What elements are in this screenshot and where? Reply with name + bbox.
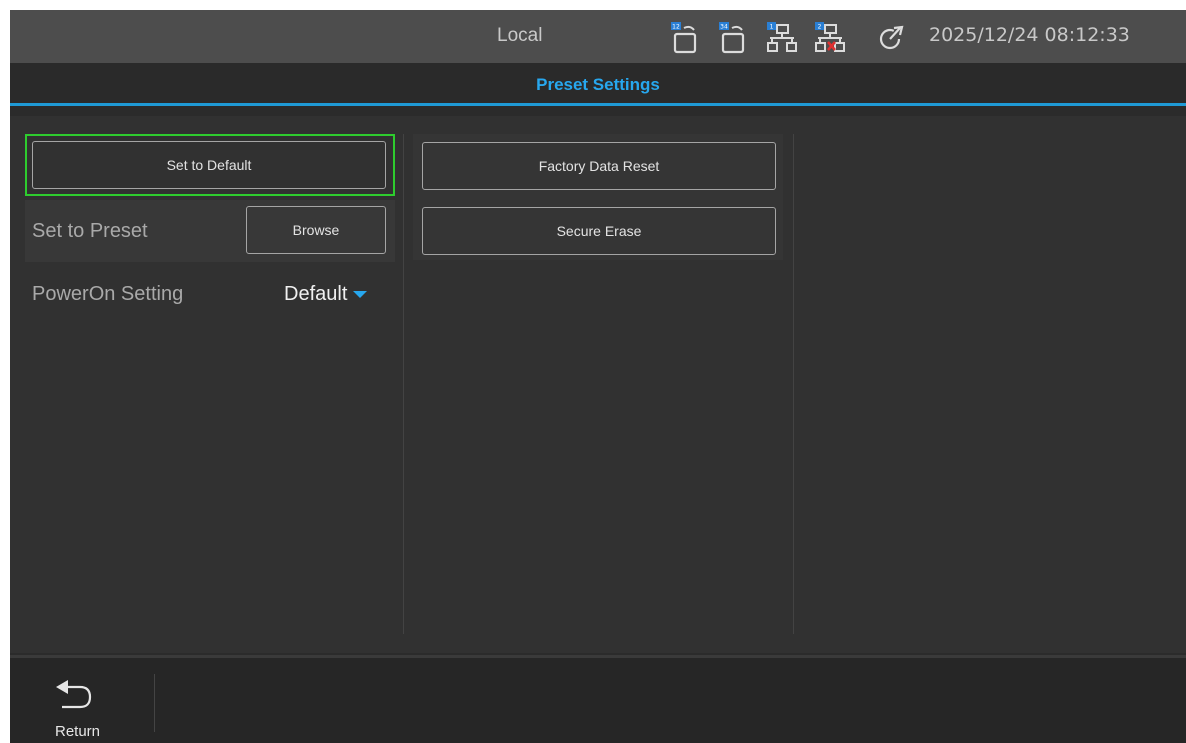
bottom-bar: Return (10, 655, 1186, 743)
secure-erase-button[interactable]: Secure Erase (422, 207, 776, 255)
lan-2-disconnected-icon: 2 (814, 22, 846, 54)
browse-button[interactable]: Browse (246, 206, 386, 254)
factory-data-reset-button[interactable]: Factory Data Reset (422, 142, 776, 190)
settings-panel: Set to Default Set to Preset Browse Powe… (10, 116, 1186, 653)
screen: Local 12 34 1 2 2025/12/24 08:12:33 Pres… (10, 10, 1186, 743)
return-label: Return (55, 723, 101, 740)
svg-text:1: 1 (770, 24, 774, 31)
svg-text:12: 12 (672, 24, 680, 31)
usb-port-34-icon: 34 (718, 22, 750, 54)
bottom-divider (154, 674, 155, 732)
chevron-down-icon (353, 291, 368, 298)
title-bar: Preset Settings (10, 63, 1186, 106)
poweron-setting-value: Default (284, 283, 348, 305)
set-to-preset-label: Set to Preset (32, 220, 148, 242)
svg-text:34: 34 (720, 24, 728, 31)
return-button[interactable]: Return (30, 668, 130, 743)
column-divider (793, 134, 794, 634)
poweron-setting-label: PowerOn Setting (32, 283, 184, 305)
remote-mode-label: Local (497, 25, 543, 46)
set-to-default-button[interactable]: Set to Default (32, 141, 386, 189)
usb-port-12-icon: 12 (670, 22, 702, 54)
page-title: Preset Settings (536, 75, 660, 94)
datetime-display: 2025/12/24 08:12:33 (929, 24, 1130, 46)
column-divider (403, 134, 404, 634)
refresh-icon[interactable] (876, 22, 908, 54)
return-icon (54, 678, 94, 717)
status-bar: Local 12 34 1 2 2025/12/24 08:12:33 (10, 10, 1186, 63)
poweron-setting-dropdown[interactable]: Default (284, 283, 368, 306)
lan-1-icon: 1 (766, 22, 798, 54)
svg-text:2: 2 (818, 24, 822, 31)
